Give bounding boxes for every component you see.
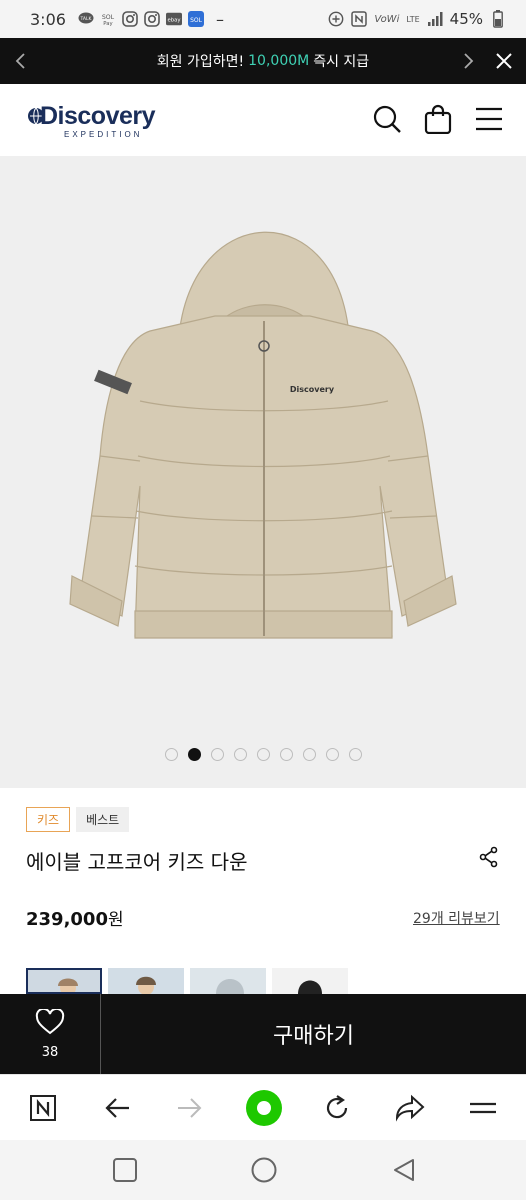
system-nav-bar — [0, 1140, 526, 1200]
product-tags: 키즈 베스트 — [26, 807, 130, 832]
like-count: 38 — [41, 1044, 59, 1060]
thumbnail[interactable] — [26, 968, 102, 994]
thumbnail-strip — [26, 968, 348, 994]
signal-icon — [427, 11, 443, 27]
svg-text:TALK: TALK — [79, 16, 92, 22]
battery-icon — [490, 10, 506, 28]
search-icon[interactable] — [372, 104, 402, 134]
talk-icon: TALK — [78, 11, 94, 27]
like-button[interactable]: 38 — [0, 994, 101, 1074]
forward-arrow-icon[interactable] — [174, 1092, 206, 1124]
svg-text:SOL: SOL — [102, 14, 115, 21]
sol-icon: SOL — [187, 11, 204, 27]
tag-kids: 키즈 — [26, 807, 71, 832]
thumbnail[interactable] — [108, 968, 184, 994]
product-image-jacket: Discovery — [0, 156, 526, 788]
shopping-bag-icon[interactable] — [423, 104, 453, 135]
vowifi-icon: VoWi — [374, 13, 400, 25]
hamburger-icon[interactable] — [467, 1092, 499, 1124]
back-icon[interactable] — [390, 1156, 418, 1184]
browser-toolbar — [0, 1074, 526, 1140]
brand-logo[interactable]: Discovery EXPEDITION — [26, 102, 176, 139]
sol-pay-icon: SOL Pay — [100, 11, 116, 27]
svg-text:Pay: Pay — [103, 21, 112, 27]
gallery-dot[interactable] — [302, 748, 316, 761]
status-dash: – — [215, 9, 224, 29]
product-title: 에이블 고프코어 키즈 다운 — [26, 850, 248, 874]
svg-text:SOL: SOL — [190, 17, 203, 24]
refresh-icon[interactable] — [321, 1092, 353, 1124]
svg-text:Discovery: Discovery — [290, 385, 335, 394]
heart-icon — [35, 1007, 65, 1039]
battery-percent: 45% — [449, 10, 483, 28]
chevron-right-icon[interactable] — [461, 51, 475, 75]
close-icon[interactable] — [494, 51, 514, 75]
instagram-icon — [144, 11, 160, 27]
purchase-bar: 38 구매하기 — [0, 994, 526, 1074]
product-image-gallery[interactable]: Discovery — [0, 156, 526, 788]
gallery-dot[interactable] — [279, 748, 293, 761]
status-time: 3:06 — [30, 9, 66, 29]
recents-icon[interactable] — [111, 1156, 139, 1184]
share-icon[interactable] — [478, 846, 500, 868]
nfc-icon — [351, 11, 368, 27]
svg-text:ebay: ebay — [167, 18, 180, 24]
lte-icon: LTE — [406, 14, 420, 24]
gallery-dot[interactable] — [210, 748, 224, 761]
promo-banner[interactable]: 회원 가입하면! 10,000M 즉시 지급 — [0, 38, 526, 84]
menu-icon[interactable] — [474, 104, 504, 134]
tag-best: 베스트 — [76, 807, 130, 832]
price-unit: 원 — [107, 910, 124, 930]
chevron-left-icon[interactable] — [14, 51, 28, 75]
review-link[interactable]: 29개 리뷰보기 — [413, 908, 500, 928]
add-circle-icon — [328, 11, 344, 27]
naver-icon[interactable] — [27, 1092, 59, 1124]
share-arrow-icon[interactable] — [394, 1092, 426, 1124]
logo-text: Discovery — [40, 102, 156, 130]
status-bar: 3:06 TALK SOL Pay ebay SOL – VoWi LTE 45… — [0, 0, 526, 38]
gallery-dot[interactable] — [164, 748, 178, 761]
promo-text-prefix: 회원 가입하면! — [156, 54, 245, 70]
ebay-icon: ebay — [165, 11, 182, 27]
gallery-dot[interactable] — [256, 748, 270, 761]
home-icon[interactable] — [250, 1156, 278, 1184]
promo-highlight: 10,000M — [248, 53, 310, 69]
gallery-dot[interactable] — [233, 748, 247, 761]
buy-button[interactable]: 구매하기 — [101, 994, 526, 1074]
site-header: Discovery EXPEDITION — [0, 84, 526, 156]
promo-text-suffix: 즉시 지급 — [313, 54, 370, 70]
thumbnail[interactable] — [272, 968, 348, 994]
home-dot-icon[interactable] — [245, 1089, 283, 1127]
thumbnail[interactable] — [190, 968, 266, 994]
gallery-dots — [0, 748, 526, 762]
gallery-dot-active[interactable] — [187, 748, 201, 761]
back-arrow-icon[interactable] — [101, 1092, 133, 1124]
logo-subtext: EXPEDITION — [64, 130, 143, 139]
gallery-dot[interactable] — [348, 748, 362, 761]
gallery-dot[interactable] — [325, 748, 339, 761]
price-number: 239,000 — [26, 909, 108, 930]
product-price: 239,000원 — [26, 905, 124, 930]
instagram-icon — [122, 11, 138, 27]
